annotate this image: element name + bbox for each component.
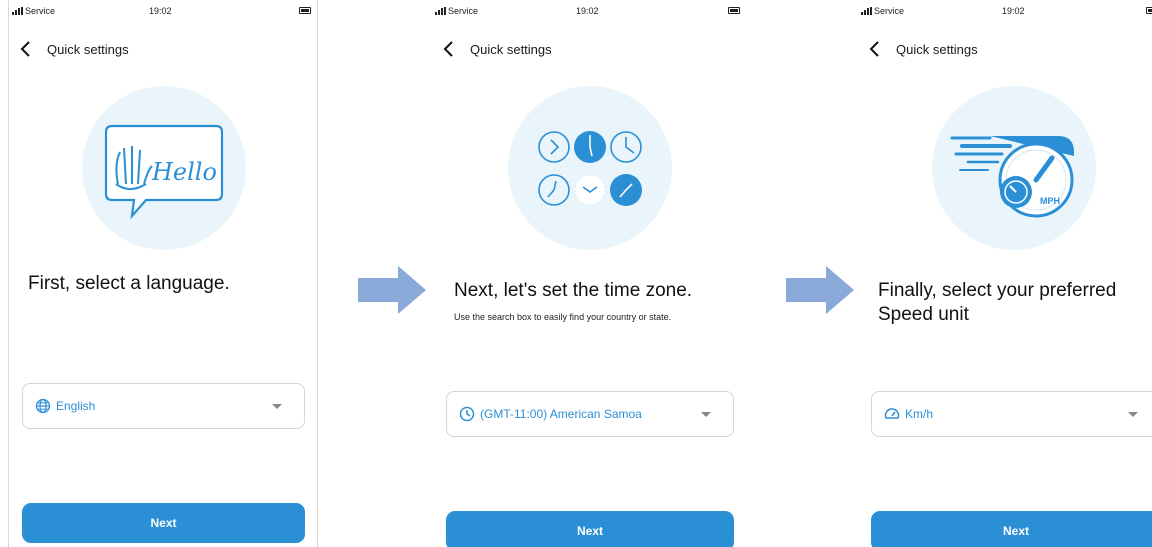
right-arrow-icon <box>786 266 854 314</box>
status-bar: Service 19:02 <box>858 6 1152 20</box>
language-select[interactable]: English <box>22 383 305 429</box>
status-time: 19:02 <box>149 6 172 16</box>
speedometer-illustration: MPH <box>932 86 1096 250</box>
svg-text:MPH: MPH <box>1040 196 1060 206</box>
next-button[interactable]: Next <box>446 511 734 547</box>
page-title: Finally, select your preferred Speed uni… <box>878 280 1117 325</box>
timezone-screen: Service 19:02 Quick settings Next, let's… <box>432 0 748 547</box>
select-value: English <box>56 399 96 413</box>
chevron-down-icon <box>1128 412 1138 417</box>
globe-icon <box>35 398 51 414</box>
clocks-illustration <box>508 86 672 250</box>
right-arrow-icon <box>358 266 426 314</box>
select-value: (GMT-11:00) American Samoa <box>480 407 642 421</box>
page-title: Next, let's set the time zone. <box>454 280 693 301</box>
clock-icon <box>459 406 475 422</box>
timezone-select[interactable]: (GMT-11:00) American Samoa <box>446 391 734 437</box>
back-icon[interactable] <box>19 39 33 59</box>
next-button[interactable]: Next <box>22 503 305 543</box>
battery-icon <box>1146 7 1152 14</box>
nav-bar: Quick settings <box>868 38 978 60</box>
back-icon[interactable] <box>868 39 882 59</box>
language-screen: Service 19:02 Quick settings Hello First… <box>8 0 318 547</box>
status-time: 19:02 <box>1002 6 1025 16</box>
battery-icon <box>299 7 311 14</box>
hint-text: Use the search box to easily find your c… <box>454 312 672 322</box>
signal-icon <box>12 7 23 15</box>
nav-title: Quick settings <box>470 41 552 57</box>
chevron-down-icon <box>701 412 711 417</box>
speed-unit-screen: Service 19:02 Quick settings MPH Finally… <box>858 0 1152 547</box>
select-value: Km/h <box>905 407 934 421</box>
status-bar: Service 19:02 <box>432 6 748 20</box>
speedometer-icon <box>884 408 900 419</box>
nav-title: Quick settings <box>47 41 129 57</box>
status-time: 19:02 <box>576 6 599 16</box>
svg-text:Hello: Hello <box>151 158 217 186</box>
signal-icon <box>435 7 446 15</box>
nav-bar: Quick settings <box>19 38 129 60</box>
speed-unit-select[interactable]: Km/h <box>871 391 1152 437</box>
nav-bar: Quick settings <box>442 38 552 60</box>
battery-icon <box>728 7 740 14</box>
back-icon[interactable] <box>442 39 456 59</box>
signal-icon <box>861 7 872 15</box>
carrier-label: Service <box>448 6 479 16</box>
next-button[interactable]: Next <box>871 511 1152 547</box>
hello-wave-illustration: Hello <box>82 86 246 250</box>
carrier-label: Service <box>25 6 56 16</box>
carrier-label: Service <box>874 6 905 16</box>
chevron-down-icon <box>272 404 282 409</box>
nav-title: Quick settings <box>896 41 978 57</box>
page-title: First, select a language. <box>28 273 230 294</box>
status-bar: Service 19:02 <box>9 6 317 20</box>
